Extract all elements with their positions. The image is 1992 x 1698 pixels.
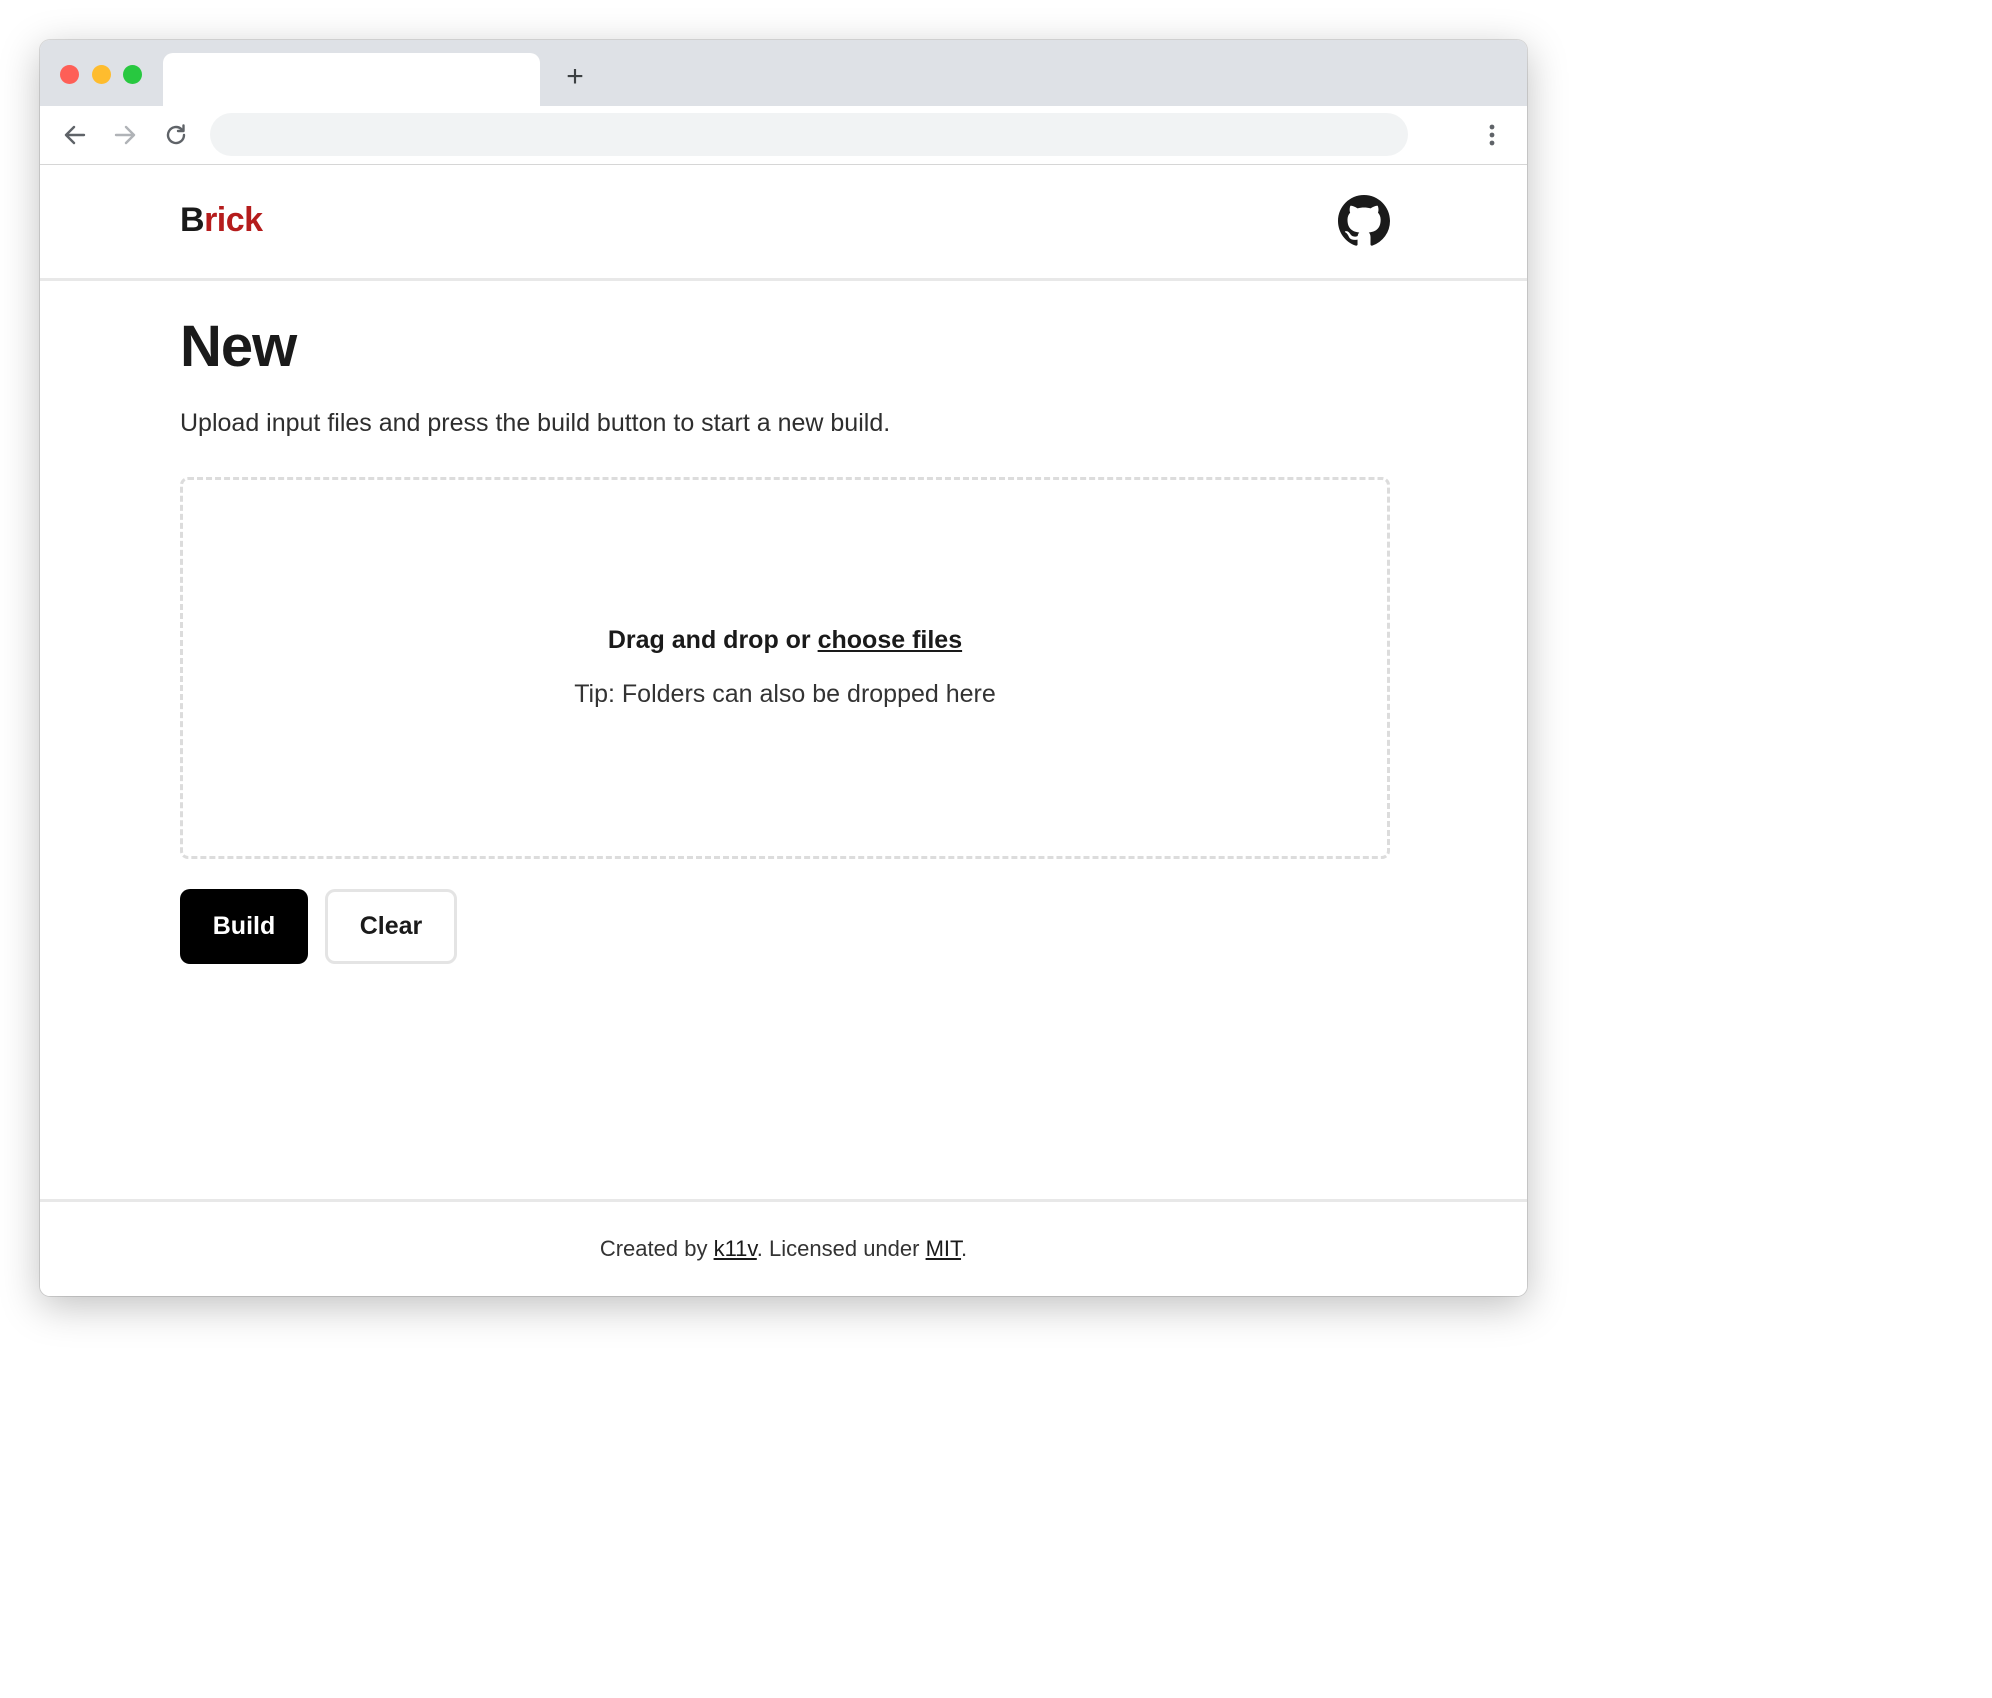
tab-strip: + <box>40 40 1527 106</box>
web-page: Brick New Upload input files and press t… <box>40 165 1527 1296</box>
close-window-button[interactable] <box>60 65 79 84</box>
footer-end: . <box>961 1236 968 1261</box>
plus-icon[interactable]: + <box>560 62 590 92</box>
browser-toolbar <box>40 106 1527 165</box>
arrow-left-icon[interactable] <box>60 120 90 150</box>
brick-logo[interactable]: Brick <box>180 201 263 240</box>
minimize-window-button[interactable] <box>92 65 111 84</box>
dropzone-instruction: Drag and drop or choose files <box>183 626 1387 655</box>
reload-icon[interactable] <box>161 120 191 150</box>
logo-first-letter: B <box>180 201 205 239</box>
clear-button[interactable]: Clear <box>325 889 457 964</box>
author-link[interactable]: k11v <box>714 1236 757 1261</box>
github-icon[interactable] <box>1338 195 1390 247</box>
kebab-menu-icon[interactable] <box>1477 120 1507 150</box>
footer-created-by: Created by <box>599 1236 714 1261</box>
build-button[interactable]: Build <box>180 889 308 964</box>
arrow-right-icon[interactable] <box>110 120 140 150</box>
intro-text: Upload input files and press the build b… <box>180 409 891 437</box>
site-footer: Created by k11v. Licensed under MIT. <box>40 1199 1527 1296</box>
footer-text: Created by k11v. Licensed under MIT. <box>40 1236 1527 1262</box>
dropzone-prefix: Drag and drop or <box>607 626 818 654</box>
browser-tab-active[interactable] <box>163 53 540 106</box>
browser-window: + Brick New Upload input files and press… <box>40 40 1527 1296</box>
maximize-window-button[interactable] <box>123 65 142 84</box>
dropzone-tip: Tip: Folders can also be dropped here <box>574 680 996 708</box>
file-dropzone[interactable]: Drag and drop or choose files Tip: Folde… <box>180 477 1390 859</box>
footer-licensed: . Licensed under <box>756 1236 926 1261</box>
page-title: New <box>180 314 297 379</box>
site-header: Brick <box>40 165 1527 281</box>
choose-files-link[interactable]: choose files <box>818 626 963 654</box>
address-bar[interactable] <box>210 113 1408 156</box>
logo-rest: rick <box>204 201 263 239</box>
license-link[interactable]: MIT <box>926 1236 961 1261</box>
